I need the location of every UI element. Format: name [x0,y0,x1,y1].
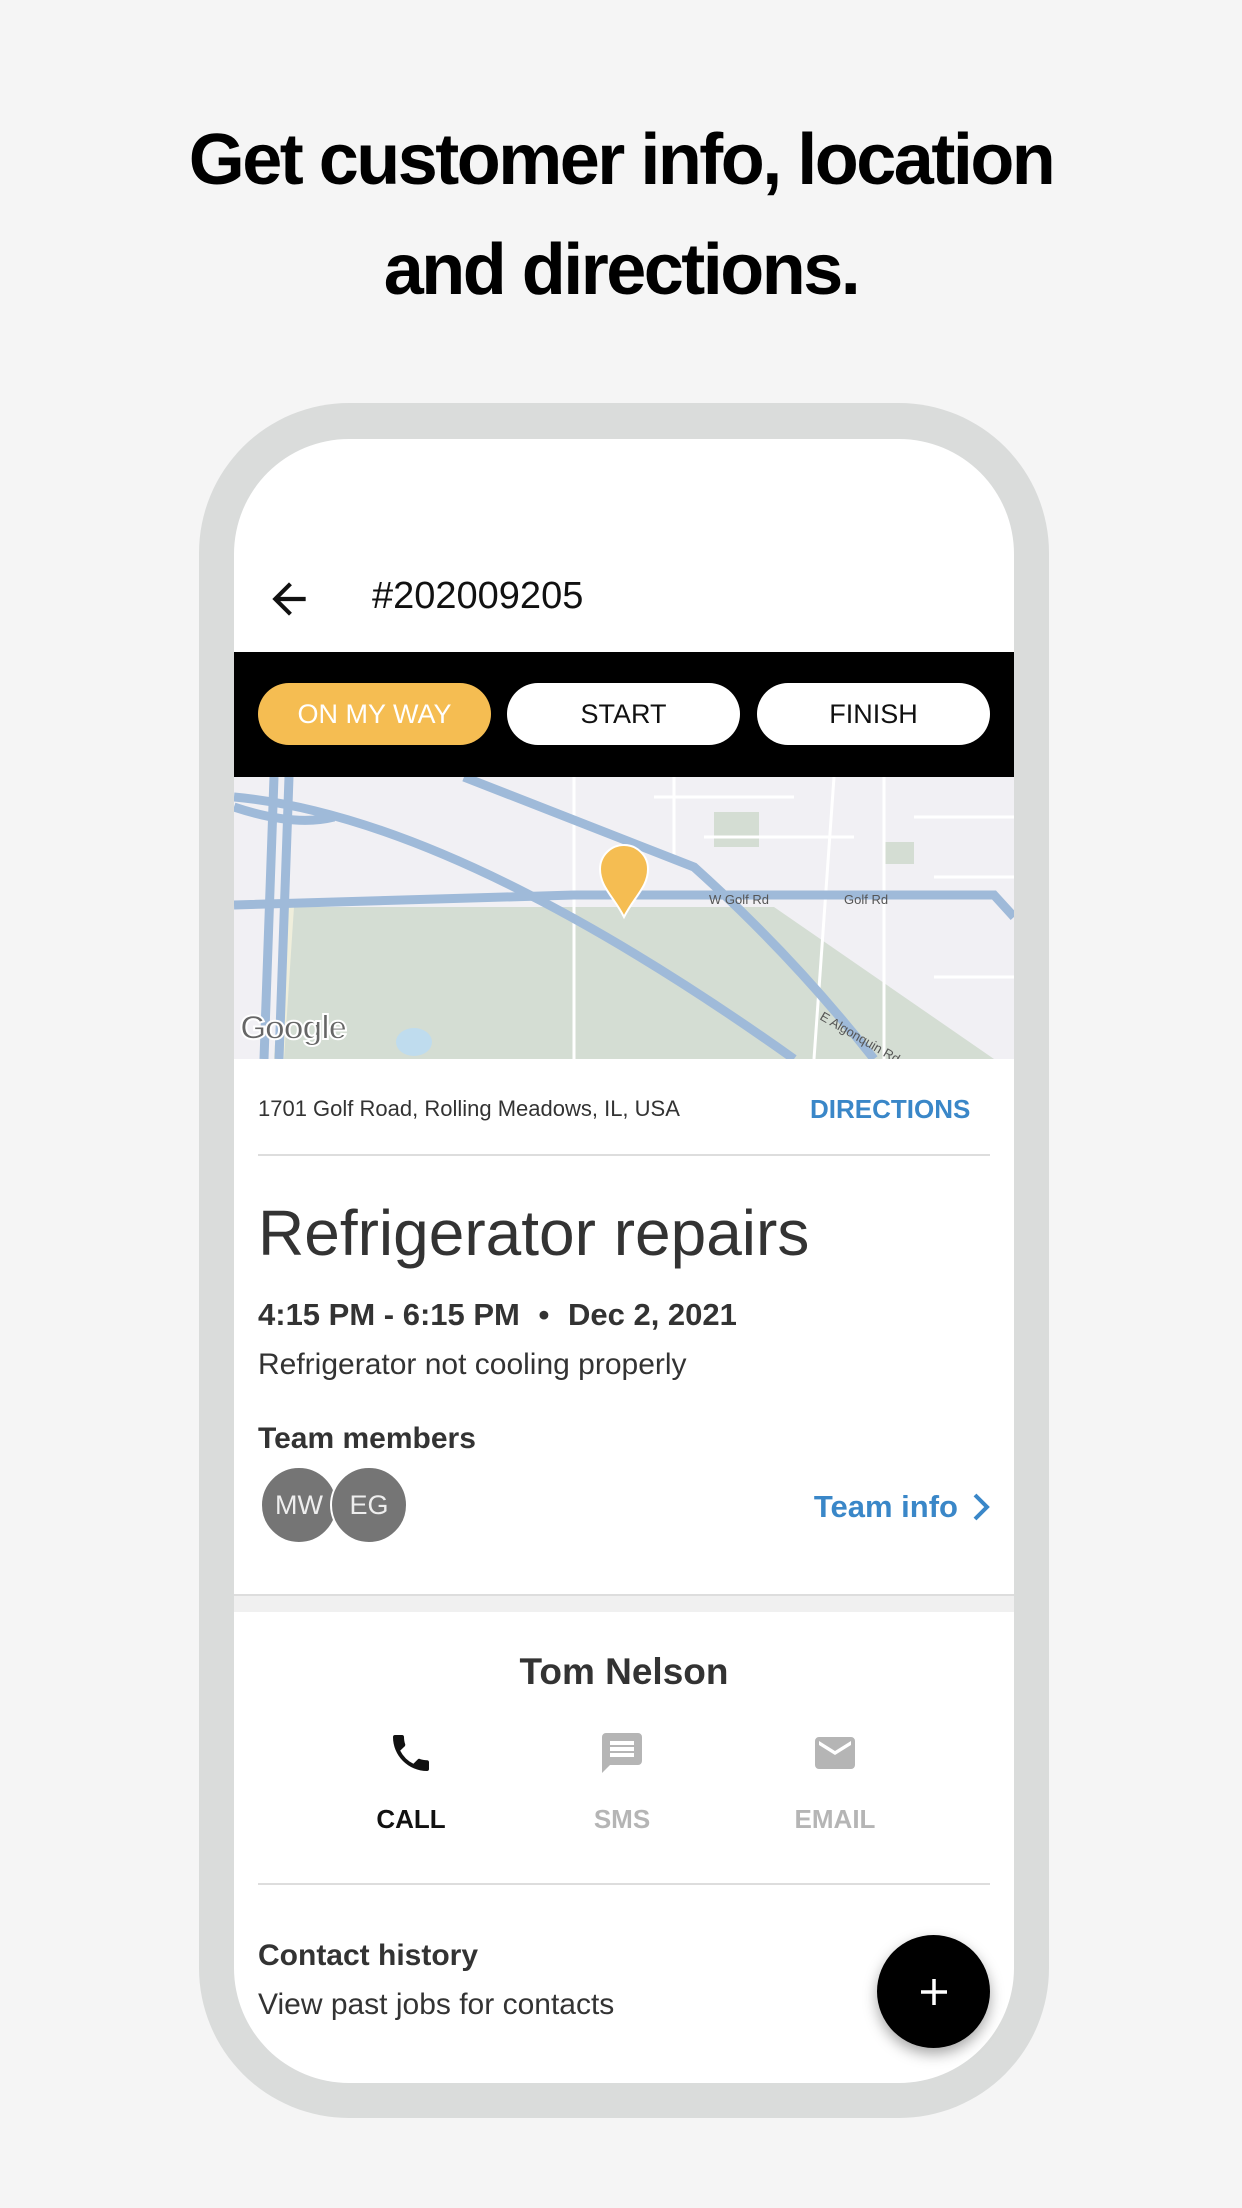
team-info-link[interactable]: Team info [814,1489,990,1525]
job-date: Dec 2, 2021 [567,1297,737,1332]
sms-button[interactable]: SMS [522,1729,722,1835]
start-button[interactable]: START [507,683,740,745]
email-label: EMAIL [794,1804,876,1834]
address-text: 1701 Golf Road, Rolling Meadows, IL, USA [258,1096,680,1121]
team-members-label: Team members [258,1422,476,1455]
section-separator [234,1594,1014,1612]
google-logo: Google [240,1009,346,1047]
map-label-w-golf-rd: W Golf Rd [709,892,769,907]
headline-line-1: Get customer info, location [188,120,1056,200]
phone-icon [393,1735,429,1771]
contact-history-subtitle[interactable]: View past jobs for contacts [258,1988,614,2022]
call-button[interactable]: CALL [311,1729,511,1835]
email-icon [815,1737,855,1769]
job-title: Refrigerator repairs [258,1197,810,1269]
job-time-range: 4:15 PM - 6:15 PM [258,1297,520,1332]
call-label: CALL [376,1804,446,1834]
job-number-title: #202009205 [372,575,584,617]
status-bar: ON MY WAY START FINISH [234,652,1014,777]
avatar[interactable]: EG [330,1466,408,1544]
sms-label: SMS [593,1804,651,1834]
divider [258,1883,990,1885]
headline: Get customer info, location and directio… [0,105,1242,325]
map-view[interactable]: W Golf Rd Golf Rd E Algonquin Rd Google [234,777,1014,1059]
finish-button[interactable]: FINISH [757,683,990,745]
job-time: 4:15 PM - 6:15 PM • Dec 2, 2021 [258,1297,737,1333]
chevron-right-icon [973,1493,990,1521]
map-label-golf-rd: Golf Rd [844,892,888,907]
back-arrow-icon[interactable] [264,574,314,624]
add-fab-button[interactable] [877,1935,990,2048]
location-pin-icon [598,844,650,920]
contact-name: Tom Nelson [519,1651,729,1692]
directions-button[interactable]: DIRECTIONS [810,1094,970,1125]
avatar[interactable]: MW [260,1466,338,1544]
separator: • [538,1297,550,1332]
contact-history-title[interactable]: Contact history [258,1939,478,1973]
on-my-way-button[interactable]: ON MY WAY [258,683,491,745]
plus-icon [920,1978,947,2005]
job-description: Refrigerator not cooling properly [258,1348,687,1381]
team-info-label: Team info [813,1489,958,1524]
email-button[interactable]: EMAIL [735,1729,935,1835]
divider [258,1154,990,1156]
phone-screen: #202009205 ON MY WAY START FINISH W Golf [234,439,1014,2083]
message-icon [602,1733,642,1773]
headline-line-2: and directions. [383,230,861,310]
